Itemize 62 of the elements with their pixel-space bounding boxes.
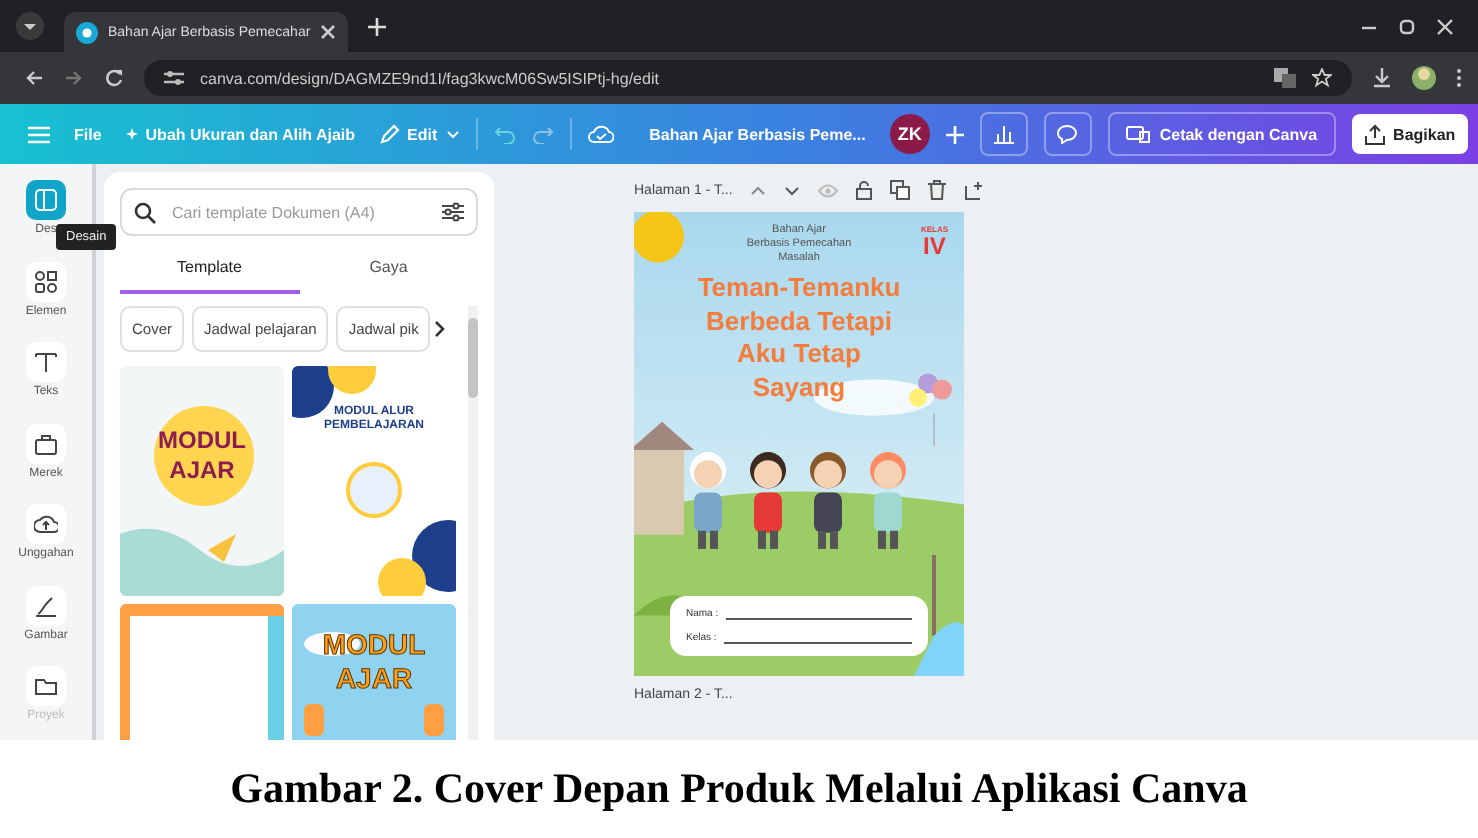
class-number: IV [923, 234, 946, 258]
site-settings-icon[interactable] [164, 70, 184, 86]
back-icon[interactable] [24, 68, 44, 88]
figure-caption: Gambar 2. Cover Depan Produk Melalui Aplikasi Canva [228, 762, 1250, 816]
chevron-down-icon[interactable] [784, 185, 801, 195]
print-icon [1125, 124, 1150, 144]
star-icon[interactable] [1312, 68, 1332, 88]
restore-icon[interactable] [1398, 17, 1416, 35]
comment-icon [1056, 124, 1079, 144]
briefcase-icon [34, 431, 58, 456]
forward-icon[interactable] [64, 68, 84, 88]
search-icon [134, 201, 156, 223]
search-input[interactable]: Cari template Dokumen (A4) [168, 201, 430, 223]
sparkle-icon [125, 128, 138, 140]
cover-title: Teman-Temanku [697, 271, 901, 306]
template-title: AJAR [335, 662, 413, 694]
url-text: canva.com/design/DAGMZE9nd1I/fag3kwcM06Sw5ISIPtj-hg/edit [200, 69, 659, 87]
profile-icon[interactable] [1412, 66, 1436, 90]
duplicate-icon[interactable] [890, 180, 911, 200]
document-title[interactable]: Bahan Ajar Berbasis Peme... [649, 125, 866, 143]
add-icon[interactable] [945, 125, 964, 143]
search-field[interactable]: Cari template Dokumen (A4) [120, 188, 478, 236]
filter-icon[interactable] [442, 202, 464, 222]
panel-tab[interactable]: Gaya [299, 248, 478, 294]
template-title: MODUL [158, 426, 246, 454]
bar-chart-icon [993, 124, 1014, 144]
close-icon[interactable] [320, 24, 337, 40]
close-icon[interactable] [1436, 17, 1454, 35]
share-button[interactable]: Bagikan [1351, 114, 1468, 154]
translate-icon[interactable] [1274, 68, 1296, 88]
new-tab-icon[interactable] [368, 17, 386, 35]
template-title: AJAR [169, 456, 235, 484]
cover-title: Berbeda Tetapi [706, 305, 892, 339]
shapes-icon [34, 269, 58, 294]
layout-icon [34, 188, 58, 212]
lock-icon[interactable] [856, 180, 873, 200]
folder-icon [34, 674, 58, 699]
template-title: MODUL [322, 628, 426, 660]
cover-title: Aku Tetap [737, 338, 861, 373]
cloud-check-icon[interactable] [587, 124, 614, 144]
panel-tab[interactable]: Template [120, 248, 299, 294]
more-icon[interactable] [1456, 68, 1462, 88]
analytics-button[interactable] [979, 112, 1028, 156]
share-icon [1363, 123, 1386, 145]
address-bar[interactable]: canva.com/design/DAGMZE9nd1I/fag3kwcM06Sw5ISIPtj-hg/edit [144, 60, 1352, 96]
text-icon [34, 350, 58, 375]
cover-title: Sayang [752, 372, 846, 407]
tab-list-icon[interactable] [16, 12, 44, 40]
chevron-up-icon[interactable] [750, 185, 767, 195]
reload-icon[interactable] [104, 68, 124, 88]
print-button[interactable]: Cetak dengan Canva [1107, 112, 1336, 156]
comment-button[interactable] [1043, 112, 1092, 156]
caret-icon [445, 129, 460, 139]
download-icon[interactable] [1372, 68, 1392, 88]
template-thumbnail[interactable]: MODUL AJAR [120, 366, 284, 596]
pencil-icon [379, 124, 400, 144]
chevron-right-icon[interactable] [434, 320, 447, 338]
pen-icon [34, 593, 58, 618]
user-avatar[interactable]: ZK [889, 114, 930, 154]
add-page-icon[interactable] [964, 180, 985, 200]
cloud-upload-icon [33, 512, 58, 537]
trash-icon[interactable] [928, 180, 947, 200]
